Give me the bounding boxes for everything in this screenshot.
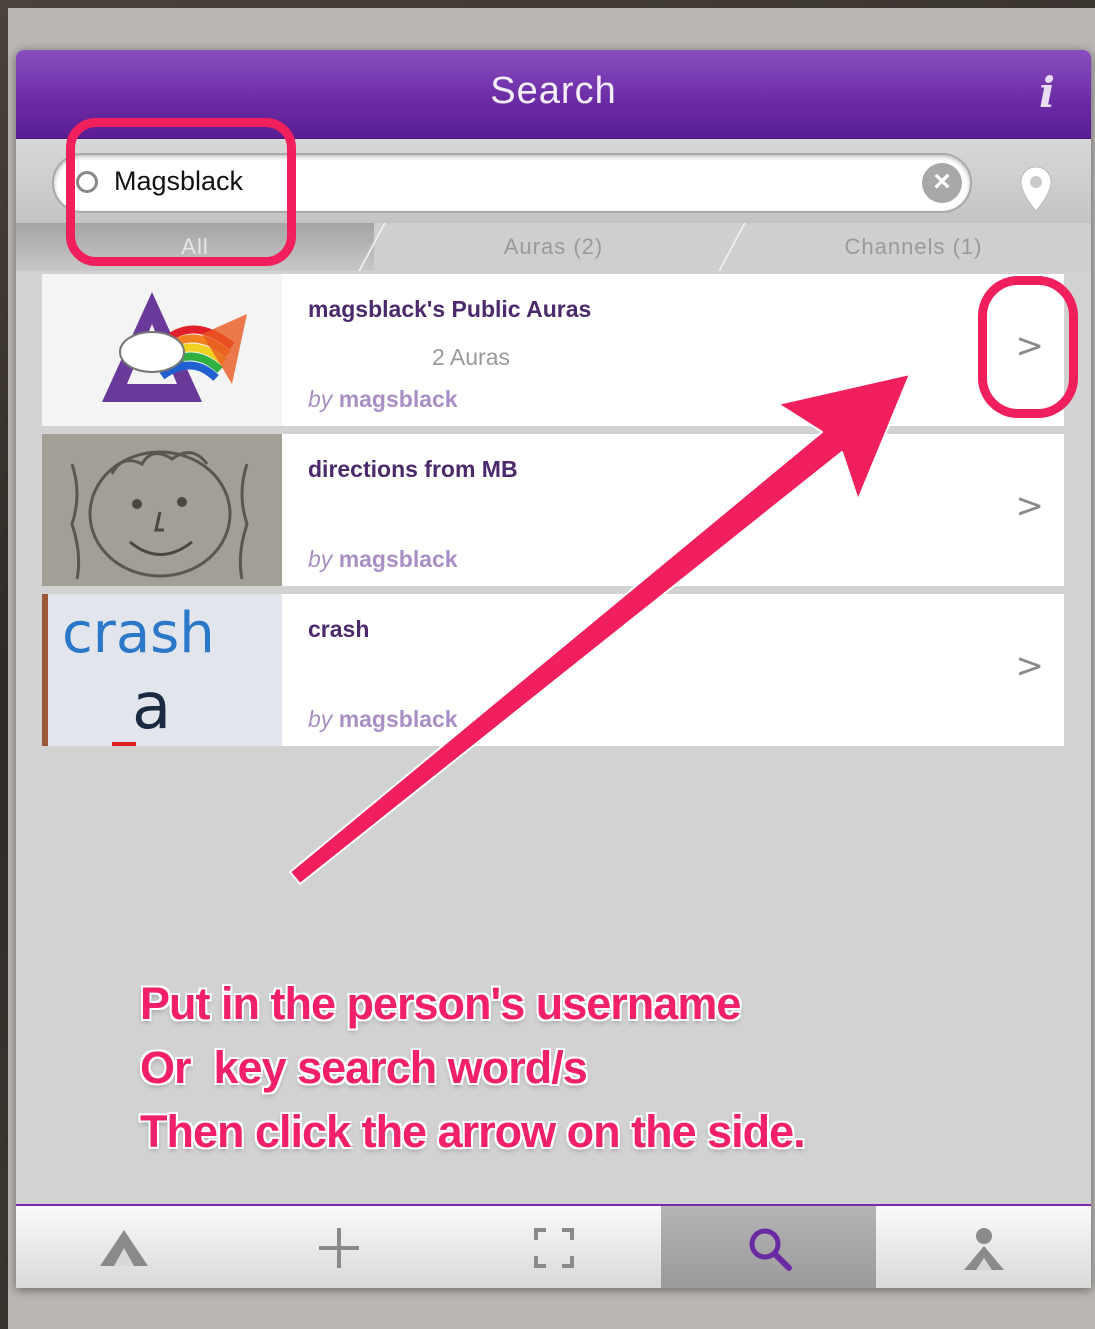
annotation-line: Or key search word/s bbox=[140, 1042, 588, 1093]
annotation-line: Put in the person's username bbox=[140, 978, 741, 1029]
annotation-instructions: Put in the person's username Or key sear… bbox=[140, 972, 806, 1164]
annotation-line: Then click the arrow on the side. bbox=[140, 1106, 806, 1157]
